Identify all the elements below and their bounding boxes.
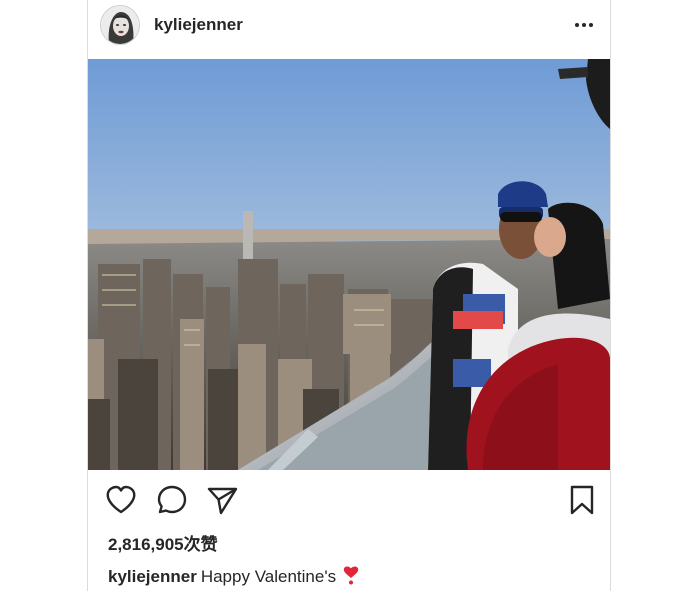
heart-outline-icon[interactable] (104, 483, 138, 517)
post-header: kyliejenner (88, 0, 610, 58)
comment-bubble-icon[interactable] (155, 483, 189, 517)
post-caption: kyliejenner Happy Valentine's (108, 565, 360, 590)
paper-plane-icon[interactable] (205, 483, 239, 517)
caption-username[interactable]: kyliejenner (108, 567, 197, 586)
post-username[interactable]: kyliejenner (154, 15, 243, 35)
caption-text: Happy Valentine's (200, 567, 337, 586)
instagram-post: kyliejenner 2,816,905次赞 kyliejenner Happ… (87, 0, 611, 591)
bookmark-icon[interactable] (565, 483, 599, 517)
post-photo[interactable] (88, 59, 610, 470)
avatar-portrait-icon (101, 6, 139, 44)
more-horizontal-icon[interactable] (572, 15, 596, 35)
avatar[interactable] (100, 5, 140, 45)
red-heart-exclamation-icon (342, 565, 360, 590)
likes-count[interactable]: 2,816,905次赞 (108, 530, 218, 555)
city-skyline-photo (88, 59, 610, 470)
post-actions (88, 483, 610, 519)
